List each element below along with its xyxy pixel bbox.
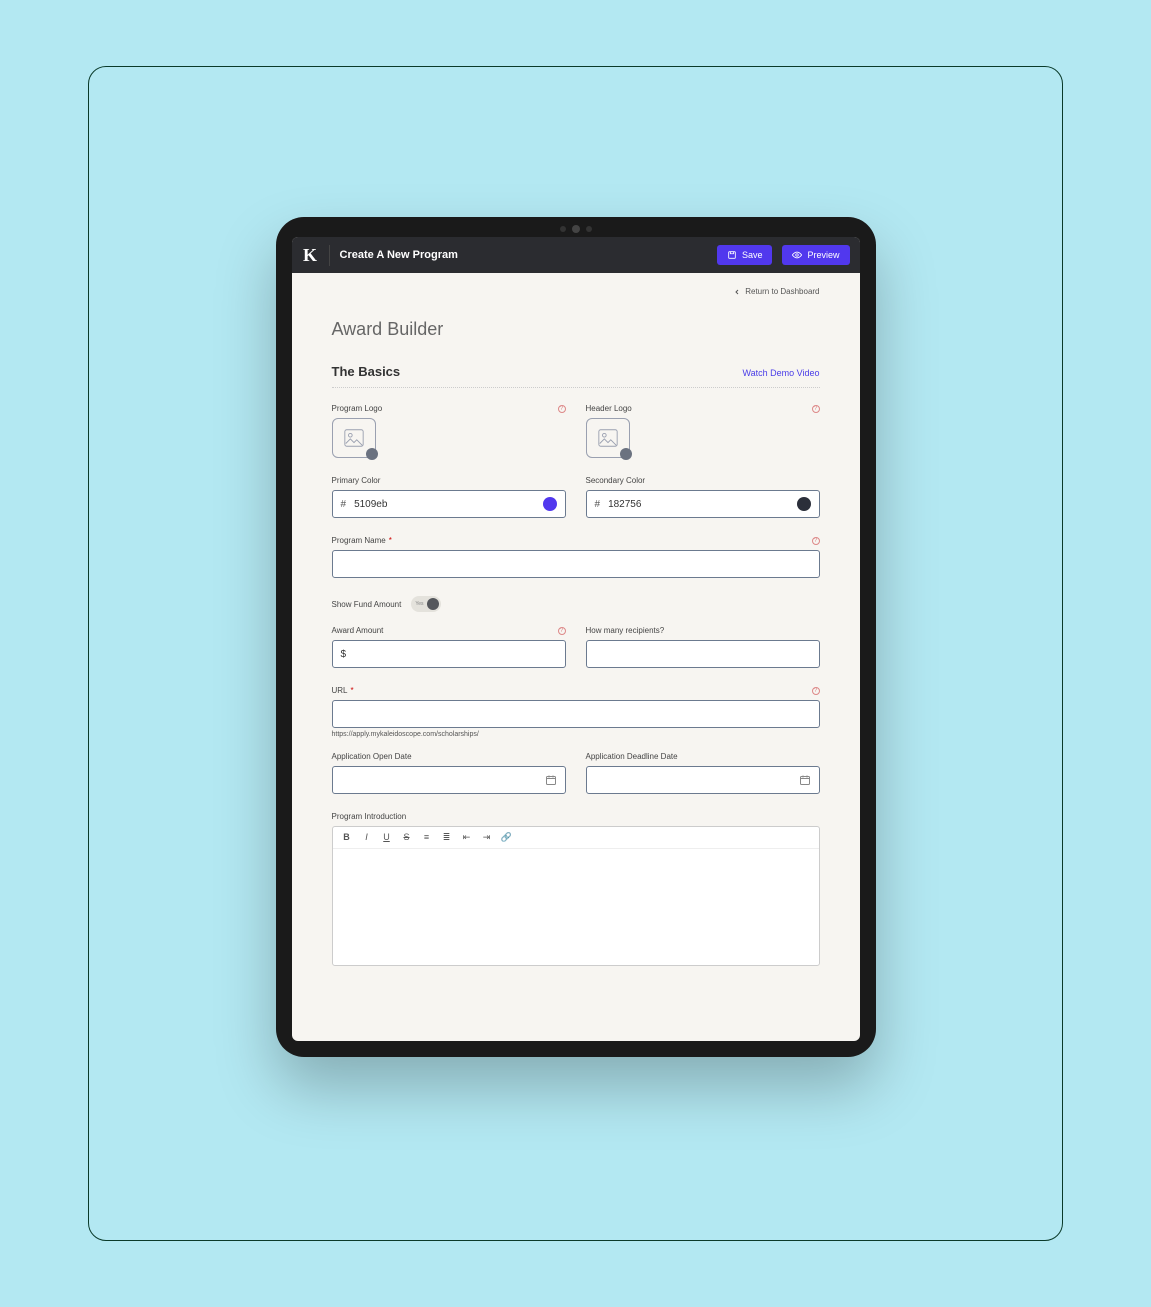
editor-underline-button[interactable]: U bbox=[381, 832, 393, 843]
help-icon[interactable]: ? bbox=[558, 405, 566, 413]
editor-bullet-list-button[interactable]: ≡ bbox=[421, 832, 433, 843]
program-intro-editor[interactable]: B I U S ≡ ≣ ⇤ ⇥ 🔗 bbox=[332, 826, 820, 966]
hash-prefix: # bbox=[341, 499, 347, 510]
toggle-text: Yes bbox=[415, 601, 423, 607]
open-date-label: Application Open Date bbox=[332, 752, 566, 761]
primary-color-value: 5109eb bbox=[354, 499, 534, 510]
url-input[interactable] bbox=[332, 700, 820, 728]
recipients-label: How many recipients? bbox=[586, 626, 820, 635]
chevron-left-icon bbox=[733, 288, 741, 296]
camera-lens bbox=[572, 225, 580, 233]
editor-toolbar: B I U S ≡ ≣ ⇤ ⇥ 🔗 bbox=[333, 827, 819, 849]
program-name-label: Program Name * ? bbox=[332, 536, 820, 545]
return-link-label: Return to Dashboard bbox=[745, 287, 819, 296]
url-label: URL * ? bbox=[332, 686, 820, 695]
help-icon[interactable]: ? bbox=[812, 405, 820, 413]
program-intro-label: Program Introduction bbox=[332, 812, 820, 821]
save-button-label: Save bbox=[742, 250, 763, 260]
secondary-color-label: Secondary Color bbox=[586, 476, 820, 485]
help-icon[interactable]: ? bbox=[558, 627, 566, 635]
section-title: The Basics bbox=[332, 364, 401, 379]
image-placeholder-icon bbox=[595, 427, 621, 449]
save-icon bbox=[727, 250, 737, 260]
award-amount-label: Award Amount ? bbox=[332, 626, 566, 635]
hash-prefix: # bbox=[595, 499, 601, 510]
top-bar: K Create A New Program Save Preview bbox=[292, 237, 860, 273]
editor-number-list-button[interactable]: ≣ bbox=[441, 832, 453, 843]
editor-indent-button[interactable]: ⇥ bbox=[481, 832, 493, 843]
show-fund-amount-label: Show Fund Amount bbox=[332, 600, 402, 609]
preview-button-label: Preview bbox=[807, 250, 839, 260]
open-date-input[interactable] bbox=[332, 766, 566, 794]
page-header-title: Create A New Program bbox=[340, 249, 458, 261]
help-icon[interactable]: ? bbox=[812, 687, 820, 695]
page-background: K Create A New Program Save Preview Retu… bbox=[88, 66, 1063, 1241]
image-placeholder-icon bbox=[341, 427, 367, 449]
header-logo-upload[interactable] bbox=[586, 418, 630, 458]
program-logo-upload[interactable] bbox=[332, 418, 376, 458]
preview-button[interactable]: Preview bbox=[782, 245, 849, 265]
currency-prefix: $ bbox=[341, 649, 347, 660]
help-icon[interactable]: ? bbox=[812, 537, 820, 545]
header-logo-label: Header Logo ? bbox=[586, 404, 820, 413]
editor-italic-button[interactable]: I bbox=[361, 832, 373, 843]
award-amount-input[interactable]: $ bbox=[332, 640, 566, 668]
show-fund-amount-toggle[interactable]: Yes bbox=[411, 596, 441, 612]
app-screen: K Create A New Program Save Preview Retu… bbox=[292, 237, 860, 1041]
page-title: Award Builder bbox=[332, 319, 820, 340]
deadline-date-label: Application Deadline Date bbox=[586, 752, 820, 761]
section-header: The Basics Watch Demo Video bbox=[332, 364, 820, 388]
toggle-knob bbox=[427, 598, 439, 610]
program-name-input[interactable] bbox=[332, 550, 820, 578]
editor-link-button[interactable]: 🔗 bbox=[501, 832, 513, 843]
secondary-color-swatch[interactable] bbox=[797, 497, 811, 511]
secondary-color-input[interactable]: # 182756 bbox=[586, 490, 820, 518]
editor-bold-button[interactable]: B bbox=[341, 832, 353, 843]
watch-demo-link[interactable]: Watch Demo Video bbox=[742, 368, 819, 378]
editor-strike-button[interactable]: S bbox=[401, 832, 413, 843]
calendar-icon bbox=[545, 774, 557, 786]
program-logo-label: Program Logo ? bbox=[332, 404, 566, 413]
return-to-dashboard-link[interactable]: Return to Dashboard bbox=[733, 287, 819, 296]
primary-color-swatch[interactable] bbox=[543, 497, 557, 511]
brand-logo[interactable]: K bbox=[302, 245, 330, 266]
url-hint: https://apply.mykaleidoscope.com/scholar… bbox=[332, 731, 820, 738]
editor-outdent-button[interactable]: ⇤ bbox=[461, 832, 473, 843]
eye-icon bbox=[792, 250, 802, 260]
tablet-frame: K Create A New Program Save Preview Retu… bbox=[276, 217, 876, 1057]
camera-dot bbox=[560, 226, 566, 232]
secondary-color-value: 182756 bbox=[608, 499, 788, 510]
deadline-date-input[interactable] bbox=[586, 766, 820, 794]
content-area: Return to Dashboard Award Builder The Ba… bbox=[292, 273, 860, 1041]
primary-color-input[interactable]: # 5109eb bbox=[332, 490, 566, 518]
primary-color-label: Primary Color bbox=[332, 476, 566, 485]
recipients-input[interactable] bbox=[586, 640, 820, 668]
save-button[interactable]: Save bbox=[717, 245, 773, 265]
tablet-camera-bar bbox=[560, 225, 592, 233]
camera-dot bbox=[586, 226, 592, 232]
calendar-icon bbox=[799, 774, 811, 786]
